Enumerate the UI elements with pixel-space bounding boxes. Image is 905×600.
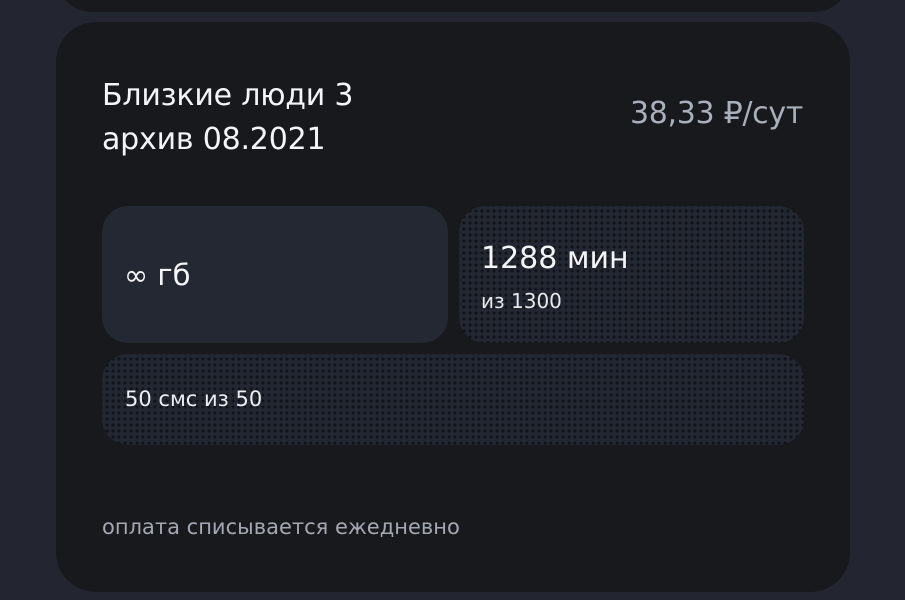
tariff-title: Близкие люди 3 архив 08.2021 — [102, 74, 354, 162]
minutes-total-label: из 1300 — [481, 289, 562, 313]
internet-balance-tile: ∞ гб — [102, 206, 448, 343]
minutes-balance-value: 1288 мин — [481, 241, 629, 276]
tariff-card[interactable]: Близкие люди 3 архив 08.2021 38,33 ₽/сут… — [56, 22, 850, 592]
tariff-price: 38,33 ₽/сут — [629, 96, 803, 131]
sms-balance-tile: 50 смс из 50 — [102, 354, 804, 445]
previous-tariff-card[interactable] — [56, 0, 850, 12]
payment-note: оплата списывается ежедневно — [102, 515, 460, 539]
sms-balance-value: 50 смс из 50 — [125, 387, 263, 411]
internet-balance-value: ∞ гб — [124, 258, 191, 292]
minutes-balance-tile: 1288 мин из 1300 — [459, 206, 804, 343]
tariff-archive-label: архив 08.2021 — [102, 122, 326, 157]
tariff-name: Близкие люди 3 — [102, 78, 354, 113]
